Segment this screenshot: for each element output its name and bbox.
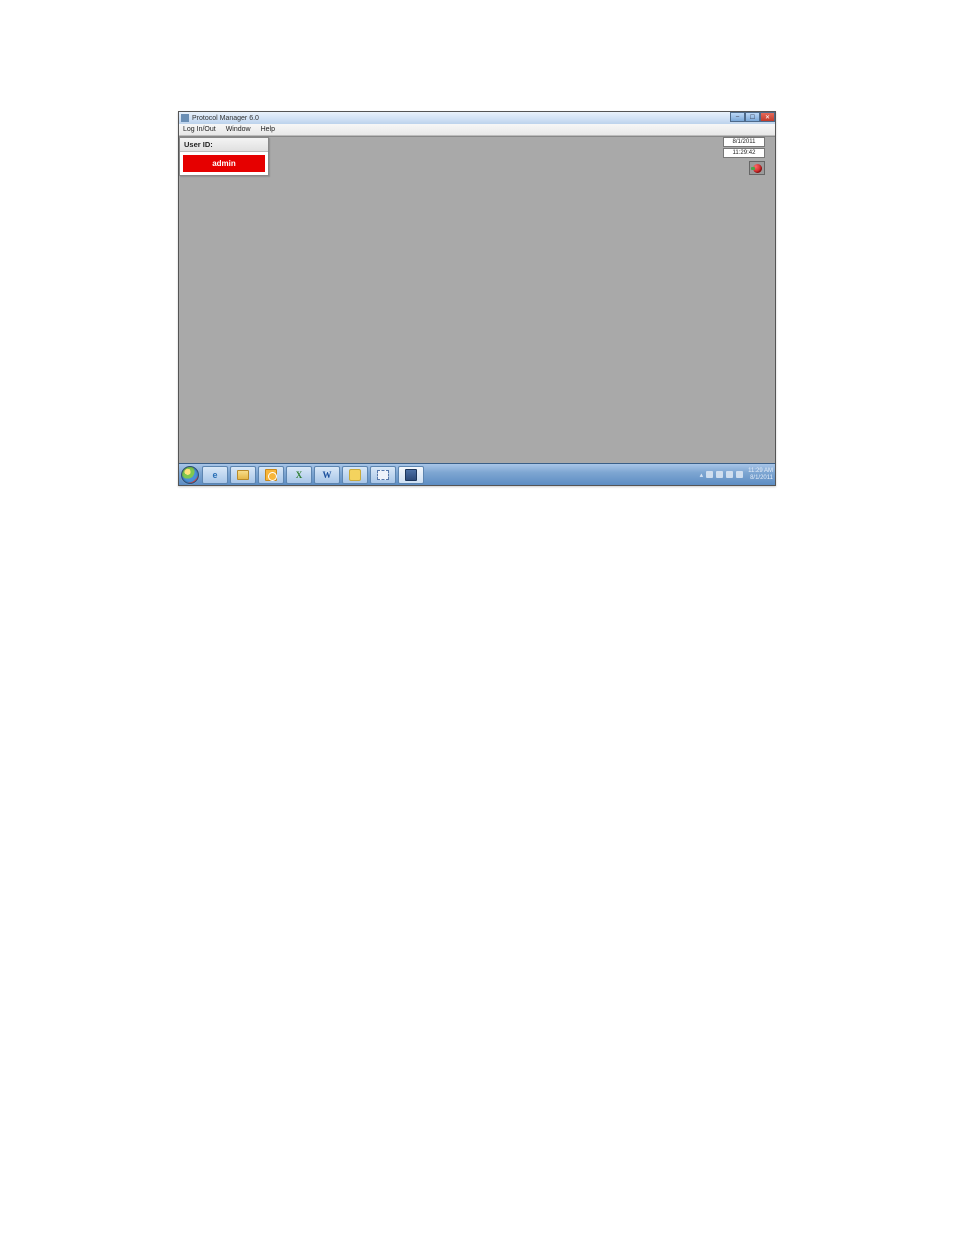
close-button[interactable]: ✕ [760,112,775,122]
user-id-panel: User ID: admin [179,137,269,176]
outlook-icon [265,469,277,481]
status-indicator-icon [753,164,762,173]
desktop-screenshot: Protocol Manager 6.0 – ☐ ✕ Log In/Out Wi… [178,111,776,486]
taskbar-explorer[interactable] [230,466,256,484]
status-indicator[interactable] [749,161,765,175]
taskbar-word[interactable]: W [314,466,340,484]
window-controls: – ☐ ✕ [730,112,775,122]
excel-icon: X [296,470,303,480]
user-id-label: User ID: [180,138,268,152]
user-id-value: admin [183,155,265,172]
taskbar-outlook[interactable] [258,466,284,484]
taskbar-excel[interactable]: X [286,466,312,484]
taskbar-sticky[interactable] [342,466,368,484]
system-tray: ▴ 11:29 AM 8/1/2011 [700,464,773,485]
word-icon: W [323,470,332,480]
tray-flag-icon[interactable] [706,471,713,478]
tray-volume-icon[interactable] [726,471,733,478]
taskbar-ie[interactable]: e [202,466,228,484]
tray-icons[interactable]: ▴ [700,471,744,479]
folder-icon [237,470,249,480]
protocol-manager-icon [405,469,417,481]
tray-clock[interactable]: 11:29 AM 8/1/2011 [748,468,773,482]
ie-icon: e [212,470,217,480]
status-stack: 8/1/2011 11:29:42 [723,137,765,175]
menu-bar: Log In/Out Window Help [179,124,775,136]
tray-arrow-icon[interactable]: ▴ [700,471,704,479]
sticky-notes-icon [349,469,361,481]
tray-network-icon[interactable] [716,471,723,478]
taskbar-snip[interactable] [370,466,396,484]
window-titlebar[interactable]: Protocol Manager 6.0 – ☐ ✕ [179,112,775,124]
app-icon [181,114,189,122]
status-date: 8/1/2011 [723,137,765,147]
snipping-tool-icon [377,470,389,480]
tray-date: 8/1/2011 [748,475,773,482]
maximize-button[interactable]: ☐ [745,112,760,122]
windows-taskbar: e X W ▴ 11:29 AM 8/1/2011 [179,463,775,485]
menu-log-in-out[interactable]: Log In/Out [183,126,216,133]
minimize-button[interactable]: – [730,112,745,122]
tray-power-icon[interactable] [736,471,743,478]
window-title: Protocol Manager 6.0 [192,115,259,122]
menu-window[interactable]: Window [226,126,251,133]
start-button[interactable] [181,466,199,484]
status-time: 11:29:42 [723,148,765,158]
taskbar-protocol-manager[interactable] [398,466,424,484]
menu-help[interactable]: Help [261,126,275,133]
client-area: User ID: admin 8/1/2011 11:29:42 [179,136,775,463]
tray-time: 11:29 AM [748,468,773,475]
